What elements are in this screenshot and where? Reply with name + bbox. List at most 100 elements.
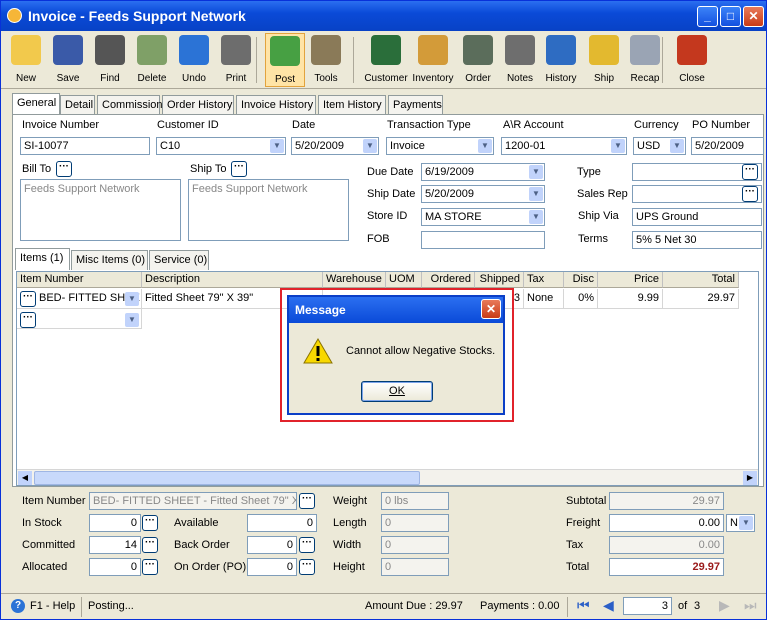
new-item-ellipsis-button[interactable]: ··· [20, 312, 36, 328]
tax-cell[interactable]: None [524, 289, 564, 309]
date-field[interactable]: 5/20/2009 ▼ [291, 137, 379, 155]
toolbar-history-button[interactable]: History [541, 33, 581, 87]
column-header-uom[interactable]: UOM [386, 272, 422, 288]
bill-to-ellipsis-button[interactable]: ··· [56, 161, 72, 177]
tab-service[interactable]: Service (0) [149, 250, 209, 270]
tab-payments[interactable]: Payments [388, 95, 443, 115]
total-cell[interactable]: 29.97 [663, 289, 739, 309]
back-order-ellipsis-button[interactable]: ··· [299, 537, 315, 553]
first-record-icon[interactable]: ⏮ [577, 597, 590, 614]
ship-date-field[interactable]: 5/20/2009 ▼ [421, 185, 545, 203]
sales-rep-ellipsis-button[interactable]: ··· [742, 186, 758, 202]
ship-forklift-icon [589, 35, 619, 65]
tab-item-history[interactable]: Item History [318, 95, 386, 115]
toolbar-tools-button[interactable]: Tools [306, 33, 346, 87]
price-cell[interactable]: 9.99 [598, 289, 663, 309]
toolbar-save-button[interactable]: Save [48, 33, 88, 87]
freight-field[interactable]: 0.00 [609, 514, 724, 532]
toolbar-post-button[interactable]: Post [265, 33, 305, 87]
tab-commission[interactable]: Commission [97, 95, 163, 115]
in-stock-ellipsis-button[interactable]: ··· [142, 515, 158, 531]
on-order-ellipsis-button[interactable]: ··· [299, 559, 315, 575]
invoice-number-field[interactable]: SI-10077 [20, 137, 150, 155]
record-number-input[interactable]: 3 [623, 597, 672, 615]
disc-cell[interactable]: 0% [564, 289, 598, 309]
tab-invoice-history[interactable]: Invoice History [236, 95, 316, 115]
terms-field[interactable]: 5% 5 Net 30 [632, 231, 762, 249]
tab-misc-items[interactable]: Misc Items (0) [71, 250, 148, 270]
po-number-field[interactable]: 5/20/2009 [691, 137, 764, 155]
chevron-down-icon[interactable]: ▼ [478, 139, 492, 153]
chevron-down-icon[interactable]: ▼ [125, 313, 139, 327]
bill-to-address[interactable]: Feeds Support Network [20, 179, 181, 241]
ship-to-ellipsis-button[interactable]: ··· [231, 161, 247, 177]
ship-via-field[interactable]: UPS Ground [632, 208, 762, 226]
tab-detail[interactable]: Detail [60, 95, 95, 115]
toolbar-inventory-button[interactable]: Inventory [410, 33, 456, 87]
customer-person-icon [371, 35, 401, 65]
column-header-total[interactable]: Total [663, 272, 739, 288]
maximize-button[interactable]: □ [720, 6, 741, 27]
chevron-down-icon[interactable]: ▼ [670, 139, 684, 153]
column-header-warehouse[interactable]: Warehouse [323, 272, 386, 288]
freight-unit-select[interactable]: N ▼ [726, 514, 755, 532]
tab-order-history[interactable]: Order History [162, 95, 234, 115]
chevron-down-icon[interactable]: ▼ [529, 187, 543, 201]
type-ellipsis-button[interactable]: ··· [742, 164, 758, 180]
item-ellipsis-button[interactable]: ··· [20, 291, 36, 307]
currency-select[interactable]: USD ▼ [633, 137, 686, 155]
store-id-select[interactable]: MA STORE ▼ [421, 208, 545, 226]
scroll-left-icon[interactable]: ◀ [18, 471, 32, 485]
column-header-ordered[interactable]: Ordered [422, 272, 475, 288]
transaction-type-select[interactable]: Invoice ▼ [386, 137, 494, 155]
dialog-close-button[interactable]: ✕ [481, 299, 501, 319]
toolbar-ship-button[interactable]: Ship [584, 33, 624, 87]
allocated-ellipsis-button[interactable]: ··· [142, 559, 158, 575]
horizontal-scrollbar[interactable]: ◀ ▶ [17, 469, 758, 485]
fob-field[interactable] [421, 231, 545, 249]
tab-general[interactable]: General [12, 93, 60, 115]
chevron-down-icon[interactable]: ▼ [363, 139, 377, 153]
help-icon[interactable]: ? [11, 599, 25, 613]
toolbar-customer-button[interactable]: Customer [363, 33, 409, 87]
scroll-thumb[interactable] [34, 471, 420, 485]
chevron-down-icon[interactable]: ▼ [270, 139, 284, 153]
column-header-tax[interactable]: Tax [524, 272, 564, 288]
toolbar-find-button[interactable]: Find [90, 33, 130, 87]
toolbar-delete-button[interactable]: Delete [132, 33, 172, 87]
chevron-down-icon[interactable]: ▼ [739, 516, 753, 530]
toolbar-order-button[interactable]: Order [458, 33, 498, 87]
chevron-down-icon[interactable]: ▼ [529, 210, 543, 224]
ok-button[interactable]: OK [361, 381, 433, 402]
column-header-shipped[interactable]: Shipped [475, 272, 524, 288]
column-header-description[interactable]: Description [142, 272, 323, 288]
close-window-button[interactable]: ✕ [743, 6, 764, 27]
due-date-field[interactable]: 6/19/2009 ▼ [421, 163, 545, 181]
previous-record-icon[interactable]: ◀ [603, 597, 614, 614]
toolbar-print-button[interactable]: Print [216, 33, 256, 87]
date-value: 5/20/2009 [295, 140, 344, 152]
help-text[interactable]: F1 - Help [30, 600, 75, 612]
item-detail-ellipsis-button[interactable]: ··· [299, 493, 315, 509]
scroll-right-icon[interactable]: ▶ [743, 471, 757, 485]
chevron-down-icon[interactable]: ▼ [125, 292, 139, 306]
chevron-down-icon[interactable]: ▼ [611, 139, 625, 153]
toolbar-close-button[interactable]: Close [672, 33, 712, 87]
tab-items[interactable]: Items (1) [15, 248, 70, 270]
next-record-icon[interactable]: ▶ [719, 597, 730, 614]
committed-ellipsis-button[interactable]: ··· [142, 537, 158, 553]
column-header-price[interactable]: Price [598, 272, 663, 288]
customer-id-field[interactable]: C10 ▼ [156, 137, 286, 155]
toolbar-notes-button[interactable]: Notes [500, 33, 540, 87]
last-record-icon[interactable]: ⏭ [744, 597, 757, 614]
ship-to-address[interactable]: Feeds Support Network [188, 179, 349, 241]
toolbar-recap-button[interactable]: Recap [625, 33, 665, 87]
ar-account-select[interactable]: 1200-01 ▼ [501, 137, 627, 155]
toolbar-new-button[interactable]: New [6, 33, 46, 87]
freight-label: Freight [566, 517, 601, 529]
chevron-down-icon[interactable]: ▼ [529, 165, 543, 179]
column-header-item-number[interactable]: Item Number [17, 272, 142, 288]
minimize-button[interactable]: _ [697, 6, 718, 27]
toolbar-undo-button[interactable]: Undo [174, 33, 214, 87]
column-header-disc[interactable]: Disc [564, 272, 598, 288]
